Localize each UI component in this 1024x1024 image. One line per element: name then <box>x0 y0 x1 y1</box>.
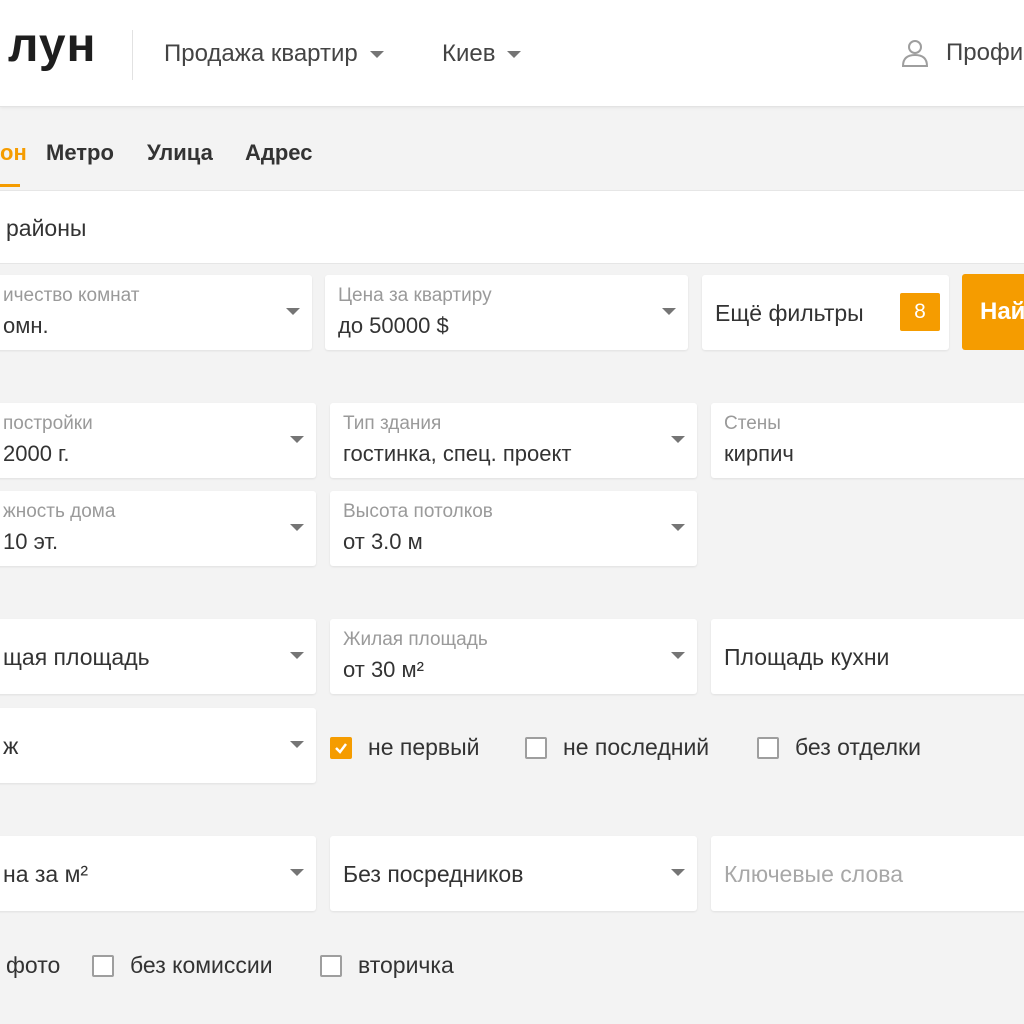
deal-type-dropdown[interactable]: Продажа квартир <box>164 40 384 68</box>
more-filters-label: Ещё фильтры <box>715 300 864 326</box>
secondary-market-checkbox[interactable]: вторичка <box>320 952 454 979</box>
chevron-down-icon <box>290 741 304 748</box>
floors-count-value: 10 эт. <box>3 529 59 554</box>
living-area-value: от 30 м² <box>343 657 424 682</box>
city-dropdown[interactable]: Киев <box>442 40 522 68</box>
floors-count-select[interactable]: жность дома 10 эт. <box>0 491 316 566</box>
district-selector[interactable]: районы <box>0 190 1024 264</box>
user-icon <box>901 40 929 67</box>
city-label: Киев <box>442 40 496 67</box>
floor-value: ж <box>3 733 19 759</box>
living-area-label: Жилая площадь <box>343 629 488 650</box>
tab-street[interactable]: Улица <box>147 140 213 166</box>
chevron-down-icon <box>290 869 304 876</box>
with-photo-checkbox[interactable]: фото <box>6 952 60 979</box>
walls-label: Стены <box>724 413 781 434</box>
no-finishing-label: без отделки <box>795 734 921 760</box>
tab-district[interactable]: он <box>0 140 27 166</box>
living-area-select[interactable]: Жилая площадь от 30 м² <box>330 619 697 694</box>
no-finishing-checkbox[interactable]: без отделки <box>757 734 921 761</box>
chevron-down-icon <box>671 436 685 443</box>
logo[interactable]: лун <box>8 22 97 70</box>
price-label: Цена за квартиру <box>338 285 492 306</box>
building-type-label: Тип здания <box>343 413 442 434</box>
not-last-floor-checkbox[interactable]: не последний <box>525 734 709 761</box>
no-commission-label: без комиссии <box>130 952 273 978</box>
not-first-floor-checkbox[interactable]: не первый <box>330 734 480 761</box>
secondary-market-label: вторичка <box>358 952 454 978</box>
building-type-value: гостинка, спец. проект <box>343 441 572 466</box>
chevron-down-icon <box>507 50 522 58</box>
chevron-down-icon <box>290 652 304 659</box>
price-per-m2-select[interactable]: на за м² <box>0 836 316 911</box>
checkbox-checked-icon <box>330 736 352 759</box>
keywords-input[interactable]: Ключевые слова <box>711 836 1024 911</box>
price-value: до 50000 $ <box>338 313 449 338</box>
price-per-m2-value: на за м² <box>3 861 89 887</box>
tab-metro[interactable]: Метро <box>46 140 114 166</box>
find-button[interactable]: Най <box>962 274 1024 350</box>
checkbox-unchecked-icon <box>757 736 779 759</box>
walls-select[interactable]: Стены кирпич <box>711 403 1024 478</box>
kitchen-area-select[interactable]: Площадь кухни <box>711 619 1024 694</box>
ceiling-height-label: Высота потолков <box>343 501 493 522</box>
top-header: лун Продажа квартир Киев Профи <box>0 0 1024 107</box>
more-filters-button[interactable]: Ещё фильтры 8 <box>702 275 949 350</box>
kitchen-area-value: Площадь кухни <box>724 644 890 670</box>
rooms-select[interactable]: ичество комнат омн. <box>0 275 312 350</box>
header-divider <box>132 30 133 80</box>
ceiling-height-select[interactable]: Высота потолков от 3.0 м <box>330 491 697 566</box>
agents-select[interactable]: Без посредников <box>330 836 697 911</box>
filters-count-badge: 8 <box>900 293 940 331</box>
build-year-select[interactable]: постройки 2000 г. <box>0 403 316 478</box>
profile-link[interactable]: Профи <box>900 38 1023 68</box>
not-last-floor-label: не последний <box>563 734 710 760</box>
with-photo-label: фото <box>6 952 61 978</box>
active-tab-indicator <box>0 184 20 187</box>
rooms-label: ичество комнат <box>3 285 140 306</box>
keywords-placeholder: Ключевые слова <box>724 861 903 887</box>
walls-value: кирпич <box>724 441 794 466</box>
building-type-select[interactable]: Тип здания гостинка, спец. проект <box>330 403 697 478</box>
tab-address[interactable]: Адрес <box>245 140 312 166</box>
chevron-down-icon <box>671 869 685 876</box>
chevron-down-icon <box>671 524 685 531</box>
floor-select[interactable]: ж <box>0 708 316 783</box>
find-button-label: Най <box>980 298 1024 325</box>
district-text: районы <box>6 215 87 241</box>
deal-type-label: Продажа квартир <box>164 40 358 67</box>
build-year-label: постройки <box>3 413 93 434</box>
checkbox-unchecked-icon <box>525 736 547 759</box>
checkbox-unchecked-icon <box>92 954 114 977</box>
floors-count-label: жность дома <box>3 501 116 522</box>
chevron-down-icon <box>369 50 384 58</box>
total-area-value: щая площадь <box>3 644 150 670</box>
rooms-value: омн. <box>3 313 49 338</box>
no-commission-checkbox[interactable]: без комиссии <box>92 952 273 979</box>
chevron-down-icon <box>662 308 676 315</box>
build-year-value: 2000 г. <box>3 441 70 466</box>
checkbox-unchecked-icon <box>320 954 342 977</box>
ceiling-height-value: от 3.0 м <box>343 529 423 554</box>
agents-value: Без посредников <box>343 861 524 887</box>
price-select[interactable]: Цена за квартиру до 50000 $ <box>325 275 688 350</box>
chevron-down-icon <box>671 652 685 659</box>
chevron-down-icon <box>290 524 304 531</box>
chevron-down-icon <box>286 308 300 315</box>
not-first-floor-label: не первый <box>368 734 480 760</box>
chevron-down-icon <box>290 436 304 443</box>
profile-label: Профи <box>946 39 1024 66</box>
total-area-select[interactable]: щая площадь <box>0 619 316 694</box>
